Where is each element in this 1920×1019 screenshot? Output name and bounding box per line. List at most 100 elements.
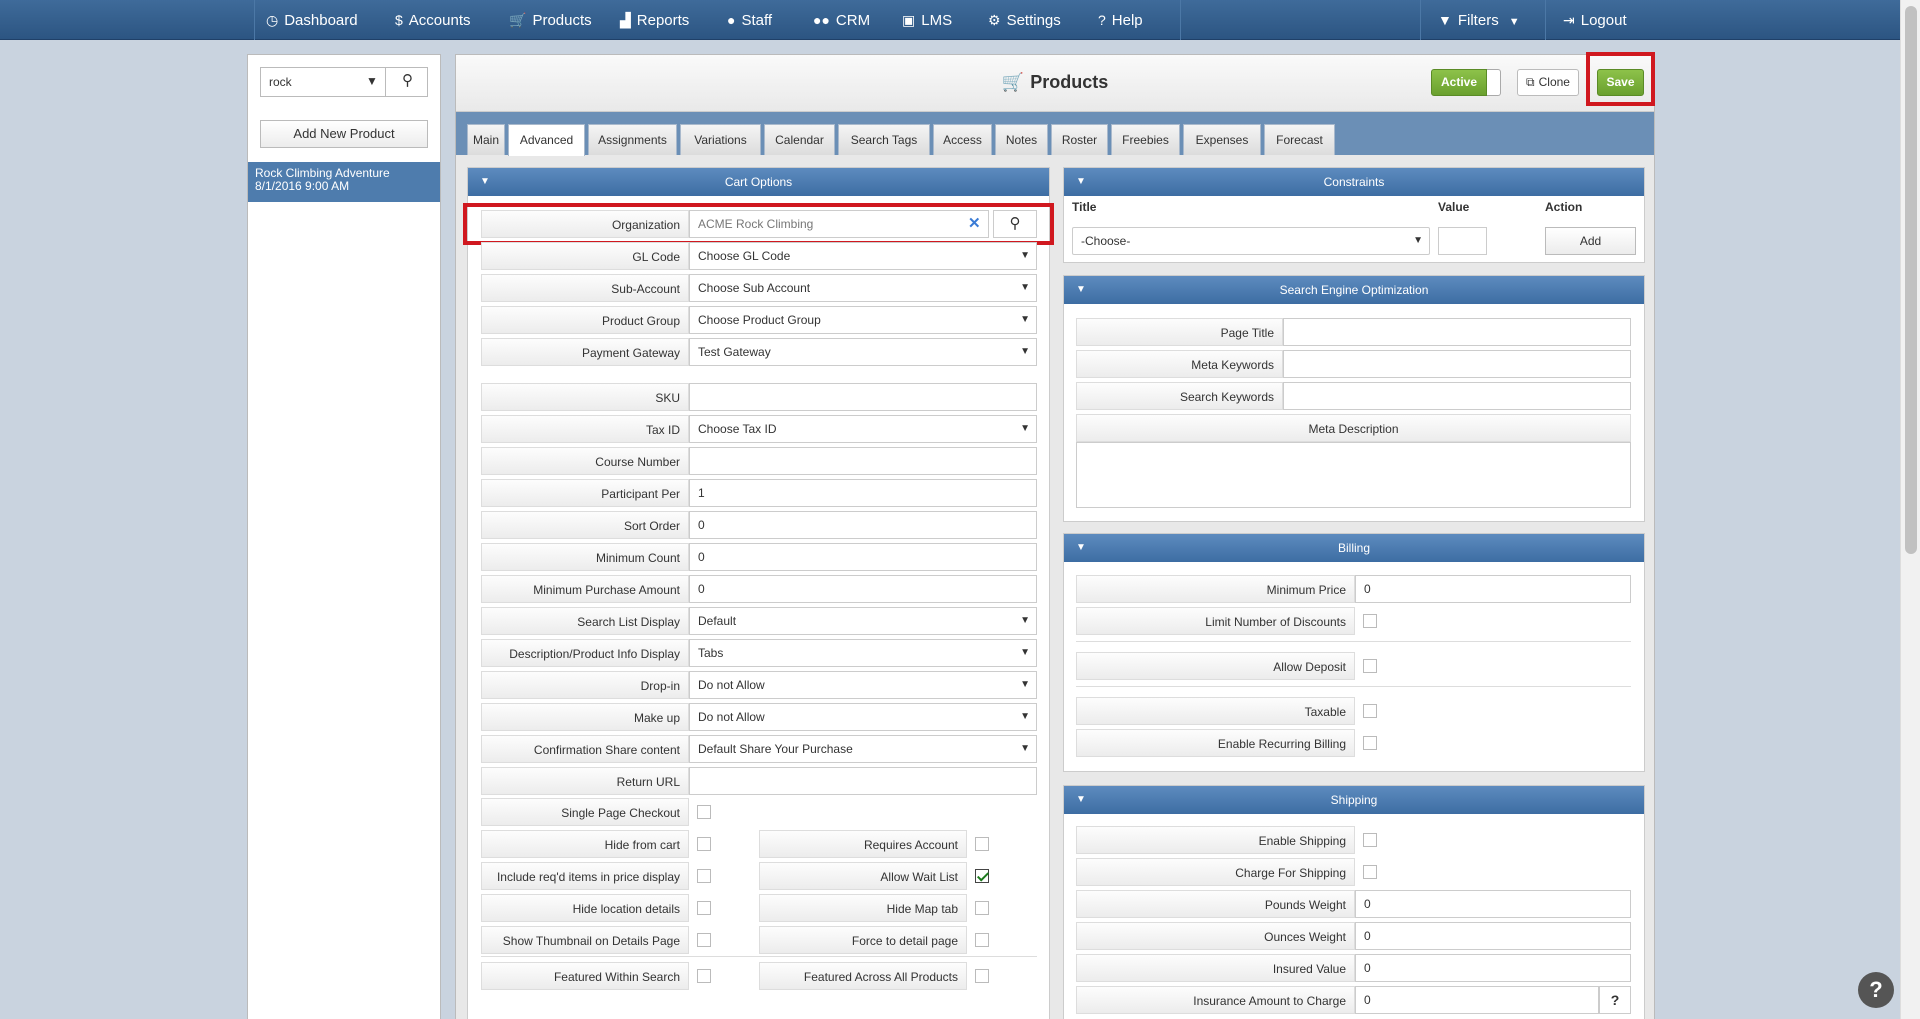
- hide-map-tab-checkbox[interactable]: [975, 901, 989, 915]
- nav-products[interactable]: 🛒 Products: [509, 0, 592, 40]
- tab-advanced[interactable]: Advanced: [508, 124, 585, 156]
- shipping-header[interactable]: ▼ Shipping: [1064, 786, 1644, 814]
- filters-menu[interactable]: ▼ Filters ▼: [1438, 0, 1520, 40]
- search-input[interactable]: rock: [269, 75, 292, 89]
- tab-access[interactable]: Access: [933, 124, 992, 155]
- tab-search-tags[interactable]: Search Tags: [838, 124, 930, 155]
- tab-calendar[interactable]: Calendar: [764, 124, 835, 155]
- nav-dashboard[interactable]: ◷ Dashboard: [266, 0, 358, 40]
- confirmation-share-content-select[interactable]: Default Share Your Purchase ▼: [689, 735, 1037, 763]
- tab-roster[interactable]: Roster: [1051, 124, 1108, 155]
- search-list-display-select[interactable]: Default ▼: [689, 607, 1037, 635]
- payment-gateway-select[interactable]: Test Gateway ▼: [689, 338, 1037, 366]
- add-new-product-button[interactable]: Add New Product: [260, 120, 428, 148]
- drop-in-select[interactable]: Do not Allow ▼: [689, 671, 1037, 699]
- search-button[interactable]: ⚲: [385, 67, 429, 97]
- meta-keywords-input[interactable]: [1283, 350, 1631, 378]
- include-req-d-items-in-price-display-checkbox[interactable]: [697, 869, 711, 883]
- tab-forecast[interactable]: Forecast: [1264, 124, 1335, 155]
- charge-shipping-checkbox[interactable]: [1363, 865, 1377, 879]
- ounces-weight-input[interactable]: 0: [1355, 922, 1631, 950]
- insurance-help-button[interactable]: ?: [1599, 986, 1631, 1014]
- nav-help[interactable]: ? Help: [1098, 0, 1143, 40]
- search-icon: ⚲: [402, 72, 413, 89]
- tab-assignments[interactable]: Assignments: [588, 124, 677, 155]
- tab-notes[interactable]: Notes: [995, 124, 1048, 155]
- tab-freebies[interactable]: Freebies: [1111, 124, 1180, 155]
- insurance-amount-input[interactable]: 0: [1355, 986, 1599, 1014]
- sku-input[interactable]: [689, 383, 1037, 411]
- allow-deposit-checkbox[interactable]: [1363, 659, 1377, 673]
- nav-staff[interactable]: ● Staff: [727, 0, 772, 40]
- checkbox-pair-row: Hide from cart Requires Account: [481, 830, 1037, 858]
- product-group-row: Product Group Choose Product Group ▼: [481, 306, 1037, 334]
- active-toggle-button[interactable]: Active: [1431, 69, 1487, 96]
- chart-icon: ▟: [620, 12, 631, 28]
- insured-value-input[interactable]: 0: [1355, 954, 1631, 982]
- tab-variations[interactable]: Variations: [680, 124, 761, 155]
- minimum-purchase-amount-input[interactable]: 0: [689, 575, 1037, 603]
- scrollbar-thumb[interactable]: [1905, 6, 1917, 554]
- featured-within-search-checkbox[interactable]: [697, 969, 711, 983]
- tab-expenses[interactable]: Expenses: [1183, 124, 1261, 155]
- seo-header[interactable]: ▼ Search Engine Optimization: [1064, 276, 1644, 304]
- constraint-title-select[interactable]: -Choose- ▼: [1072, 227, 1430, 255]
- chevron-down-icon: ▼: [1020, 743, 1030, 754]
- sort-order-input[interactable]: 0: [689, 511, 1037, 539]
- taxable-checkbox[interactable]: [1363, 704, 1377, 718]
- make-up-select[interactable]: Do not Allow ▼: [689, 703, 1037, 731]
- pounds-weight-label: Pounds Weight: [1076, 890, 1355, 918]
- gl-code-select[interactable]: Choose GL Code ▼: [689, 242, 1037, 270]
- requires-account-checkbox[interactable]: [975, 837, 989, 851]
- chevron-down-icon[interactable]: ▼: [366, 74, 378, 88]
- single-page-checkout-checkbox[interactable]: [697, 805, 711, 819]
- billing-header[interactable]: ▼ Billing: [1064, 534, 1644, 562]
- nav-reports[interactable]: ▟ Reports: [620, 0, 689, 40]
- billing-section: ▼ Billing Minimum Price 0 Limit Number of…: [1063, 533, 1645, 772]
- recurring-billing-checkbox[interactable]: [1363, 736, 1377, 750]
- course-number-label: Course Number: [481, 447, 689, 475]
- logout-link[interactable]: ⇥ Logout: [1563, 0, 1627, 40]
- limit-discounts-checkbox[interactable]: [1363, 614, 1377, 628]
- nav-settings[interactable]: ⚙ Settings: [988, 0, 1061, 40]
- help-bubble-button[interactable]: ?: [1858, 972, 1894, 1008]
- active-toggle-handle[interactable]: [1487, 69, 1501, 96]
- product-group-select[interactable]: Choose Product Group ▼: [689, 306, 1037, 334]
- sub-account-select[interactable]: Choose Sub Account ▼: [689, 274, 1037, 302]
- hide-location-details-checkbox[interactable]: [697, 901, 711, 915]
- allow-wait-list-checkbox[interactable]: [975, 869, 989, 883]
- constraint-value-input[interactable]: [1438, 227, 1487, 255]
- nav-divider: [1420, 0, 1421, 40]
- tax-id-select[interactable]: Choose Tax ID ▼: [689, 415, 1037, 443]
- return-url-input[interactable]: [689, 767, 1037, 795]
- include-req-d-items-in-price-display-label: Include req'd items in price display: [481, 862, 689, 890]
- page-title-input[interactable]: [1283, 318, 1631, 346]
- list-item[interactable]: Rock Climbing Adventure 8/1/2016 9:00 AM: [248, 162, 440, 202]
- search-keywords-input[interactable]: [1283, 382, 1631, 410]
- chevron-down-icon: ▼: [1020, 250, 1030, 261]
- featured-across-all-products-checkbox[interactable]: [975, 969, 989, 983]
- meta-description-textarea[interactable]: [1076, 442, 1631, 508]
- nav-accounts[interactable]: $ Accounts: [395, 0, 471, 40]
- enable-shipping-checkbox[interactable]: [1363, 833, 1377, 847]
- tab-main[interactable]: Main: [467, 124, 505, 155]
- page-scrollbar[interactable]: [1900, 0, 1920, 1019]
- nav-lms[interactable]: ▣ LMS: [902, 0, 952, 40]
- show-thumbnail-on-details-page-checkbox[interactable]: [697, 933, 711, 947]
- minimum-price-input[interactable]: 0: [1355, 575, 1631, 603]
- description-product-info-display-select[interactable]: Tabs ▼: [689, 639, 1037, 667]
- charge-shipping-label: Charge For Shipping: [1076, 858, 1355, 886]
- confirmation-share-content-label: Confirmation Share content: [481, 735, 689, 763]
- force-to-detail-page-checkbox[interactable]: [975, 933, 989, 947]
- participant-per-input[interactable]: 1: [689, 479, 1037, 507]
- save-button[interactable]: Save: [1597, 69, 1644, 96]
- cart-options-header[interactable]: ▼ Cart Options: [468, 168, 1049, 196]
- hide-from-cart-checkbox[interactable]: [697, 837, 711, 851]
- add-constraint-button[interactable]: Add: [1545, 227, 1636, 255]
- constraints-header[interactable]: ▼ Constraints: [1064, 168, 1644, 196]
- pounds-weight-input[interactable]: 0: [1355, 890, 1631, 918]
- course-number-input[interactable]: [689, 447, 1037, 475]
- clone-button[interactable]: ⧉ Clone: [1517, 69, 1579, 96]
- nav-crm[interactable]: ●● CRM: [813, 0, 870, 40]
- minimum-count-input[interactable]: 0: [689, 543, 1037, 571]
